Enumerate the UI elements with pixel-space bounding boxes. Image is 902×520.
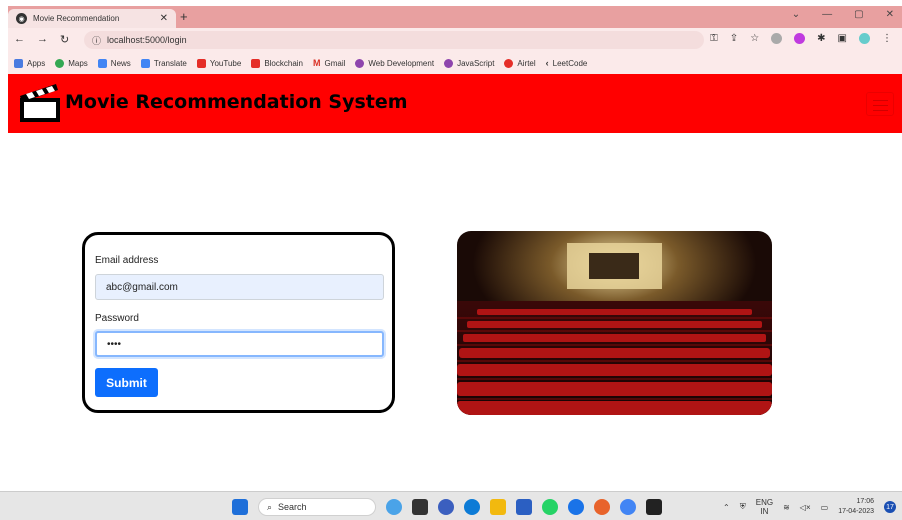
- taskbar-search-placeholder: Search: [278, 502, 307, 512]
- navbar-toggle-button[interactable]: [866, 92, 894, 116]
- system-clock[interactable]: 17:06 17-04-2023: [838, 497, 874, 517]
- tab-strip: ◉ Movie Recommendation ✕ + ⌄ — ▢ ✕: [8, 6, 902, 28]
- window-controls: ⌄ — ▢ ✕: [792, 9, 894, 20]
- app-navbar: Movie Recommendation System: [8, 74, 902, 133]
- terminal-icon[interactable]: [646, 499, 662, 515]
- airtel-icon: [504, 58, 514, 68]
- volume-icon[interactable]: ◁×: [800, 503, 811, 512]
- toolbar-actions: ⚿ ⇪ ☆ ✱ ▣ ⋮: [710, 33, 892, 44]
- share-icon[interactable]: ⇪: [730, 33, 738, 44]
- chat-icon[interactable]: [438, 499, 454, 515]
- navigation-buttons: ← → ↻: [14, 33, 69, 46]
- password-label: Password: [95, 313, 139, 324]
- whatsapp-icon[interactable]: [542, 499, 558, 515]
- maps-pin-icon: [55, 58, 65, 68]
- bookmark-gmail[interactable]: M Gmail: [313, 58, 345, 68]
- bookmark-translate[interactable]: Translate: [140, 58, 187, 68]
- taskbar-search[interactable]: ⌕ Search: [258, 498, 376, 516]
- notification-badge[interactable]: 17: [884, 501, 896, 513]
- password-key-icon[interactable]: ⚿: [710, 33, 718, 44]
- close-window-icon[interactable]: ✕: [886, 9, 894, 20]
- url-bar[interactable]: ⓘ localhost:5000/login: [84, 31, 704, 49]
- address-toolbar: ← → ↻ ⓘ localhost:5000/login ⚿ ⇪ ☆ ✱ ▣ ⋮: [8, 28, 902, 52]
- language-indicator[interactable]: ENG IN: [756, 498, 773, 516]
- login-form: Email address abc@gmail.com Password •••…: [82, 232, 395, 413]
- reload-icon[interactable]: ↻: [60, 33, 69, 46]
- submit-button[interactable]: Submit: [95, 368, 158, 397]
- browser-window: ◉ Movie Recommendation ✕ + ⌄ — ▢ ✕ ← → ↻…: [0, 0, 902, 520]
- app-brand[interactable]: Movie Recommendation System: [65, 91, 408, 113]
- email-label: Email address: [95, 255, 159, 266]
- youtube-icon: [196, 58, 206, 68]
- extensions-puzzle-icon[interactable]: ✱: [817, 33, 825, 44]
- javascript-icon: [444, 58, 454, 68]
- file-explorer-icon[interactable]: [490, 499, 506, 515]
- leetcode-icon: ‹: [545, 58, 549, 68]
- minimize-icon[interactable]: —: [822, 9, 832, 20]
- close-tab-icon[interactable]: ✕: [160, 13, 168, 24]
- url-text: localhost:5000/login: [107, 35, 187, 45]
- bookmark-web-development[interactable]: Web Development: [355, 58, 434, 68]
- bookmark-youtube[interactable]: YouTube: [196, 58, 241, 68]
- extension-purple-icon[interactable]: [794, 33, 806, 44]
- bookmark-airtel[interactable]: Airtel: [504, 58, 536, 68]
- translate-icon: [140, 58, 150, 68]
- store-icon[interactable]: [516, 499, 532, 515]
- maximize-icon[interactable]: ▢: [854, 9, 863, 20]
- chrome-icon[interactable]: [620, 499, 636, 515]
- bookmark-star-icon[interactable]: ☆: [750, 33, 759, 44]
- web-dev-icon: [355, 58, 365, 68]
- email-field[interactable]: abc@gmail.com: [95, 274, 384, 300]
- system-tray: ⌃ ⛨ ENG IN ≋ ◁× ▭ 17:06 17-04-2023 17: [723, 497, 896, 517]
- news-icon: [97, 58, 107, 68]
- back-icon[interactable]: ←: [14, 33, 25, 46]
- brave-icon[interactable]: [594, 499, 610, 515]
- bookmark-news[interactable]: News: [97, 58, 131, 68]
- hamburger-line-icon: [873, 110, 888, 111]
- page-favicon-icon: ◉: [16, 13, 27, 24]
- bookmark-blockchain[interactable]: Blockchain: [251, 58, 303, 68]
- bookmarks-bar: Apps Maps News Translate YouTube Blockch…: [8, 52, 902, 74]
- tab-search-icon[interactable]: ⌄: [792, 9, 800, 20]
- clapperboard-icon: [20, 84, 60, 122]
- security-icon[interactable]: ⛨: [740, 502, 746, 512]
- hamburger-line-icon: [873, 105, 888, 106]
- bookmark-apps[interactable]: Apps: [14, 58, 45, 68]
- battery-icon[interactable]: ▭: [821, 503, 829, 512]
- os-taskbar: ⌕ Search ⌃ ⛨ ENG IN ≋ ◁× ▭ 17:06 17-04-2…: [0, 491, 902, 520]
- edge-icon[interactable]: [464, 499, 480, 515]
- new-tab-icon[interactable]: +: [180, 9, 188, 24]
- bookmark-leetcode[interactable]: ‹ LeetCode: [546, 58, 588, 68]
- side-panel-icon[interactable]: ▣: [838, 33, 847, 44]
- chevron-up-icon[interactable]: ⌃: [723, 503, 730, 512]
- theater-image: [457, 231, 772, 415]
- extension-icon[interactable]: [771, 33, 783, 44]
- task-view-icon[interactable]: [412, 499, 428, 515]
- windows-start-icon[interactable]: [232, 499, 248, 515]
- search-icon: ⌕: [267, 501, 273, 512]
- menu-kebab-icon[interactable]: ⋮: [882, 33, 892, 44]
- browser-tab[interactable]: ◉ Movie Recommendation ✕: [8, 9, 176, 28]
- telegram-icon[interactable]: [568, 499, 584, 515]
- password-field[interactable]: ••••: [95, 331, 384, 357]
- tab-title: Movie Recommendation: [33, 14, 120, 23]
- wifi-icon[interactable]: ≋: [783, 503, 790, 512]
- apps-grid-icon: [14, 58, 23, 68]
- site-info-icon[interactable]: ⓘ: [92, 34, 101, 47]
- gmail-icon: M: [313, 58, 321, 68]
- bookmark-maps[interactable]: Maps: [55, 58, 88, 68]
- taskbar-apps: ⌕ Search: [232, 498, 662, 516]
- blockchain-icon: [251, 58, 261, 68]
- hamburger-line-icon: [873, 100, 888, 101]
- bookmark-javascript[interactable]: JavaScript: [444, 58, 494, 68]
- copilot-icon[interactable]: [386, 499, 402, 515]
- forward-icon[interactable]: →: [37, 33, 48, 46]
- profile-avatar[interactable]: [859, 33, 870, 44]
